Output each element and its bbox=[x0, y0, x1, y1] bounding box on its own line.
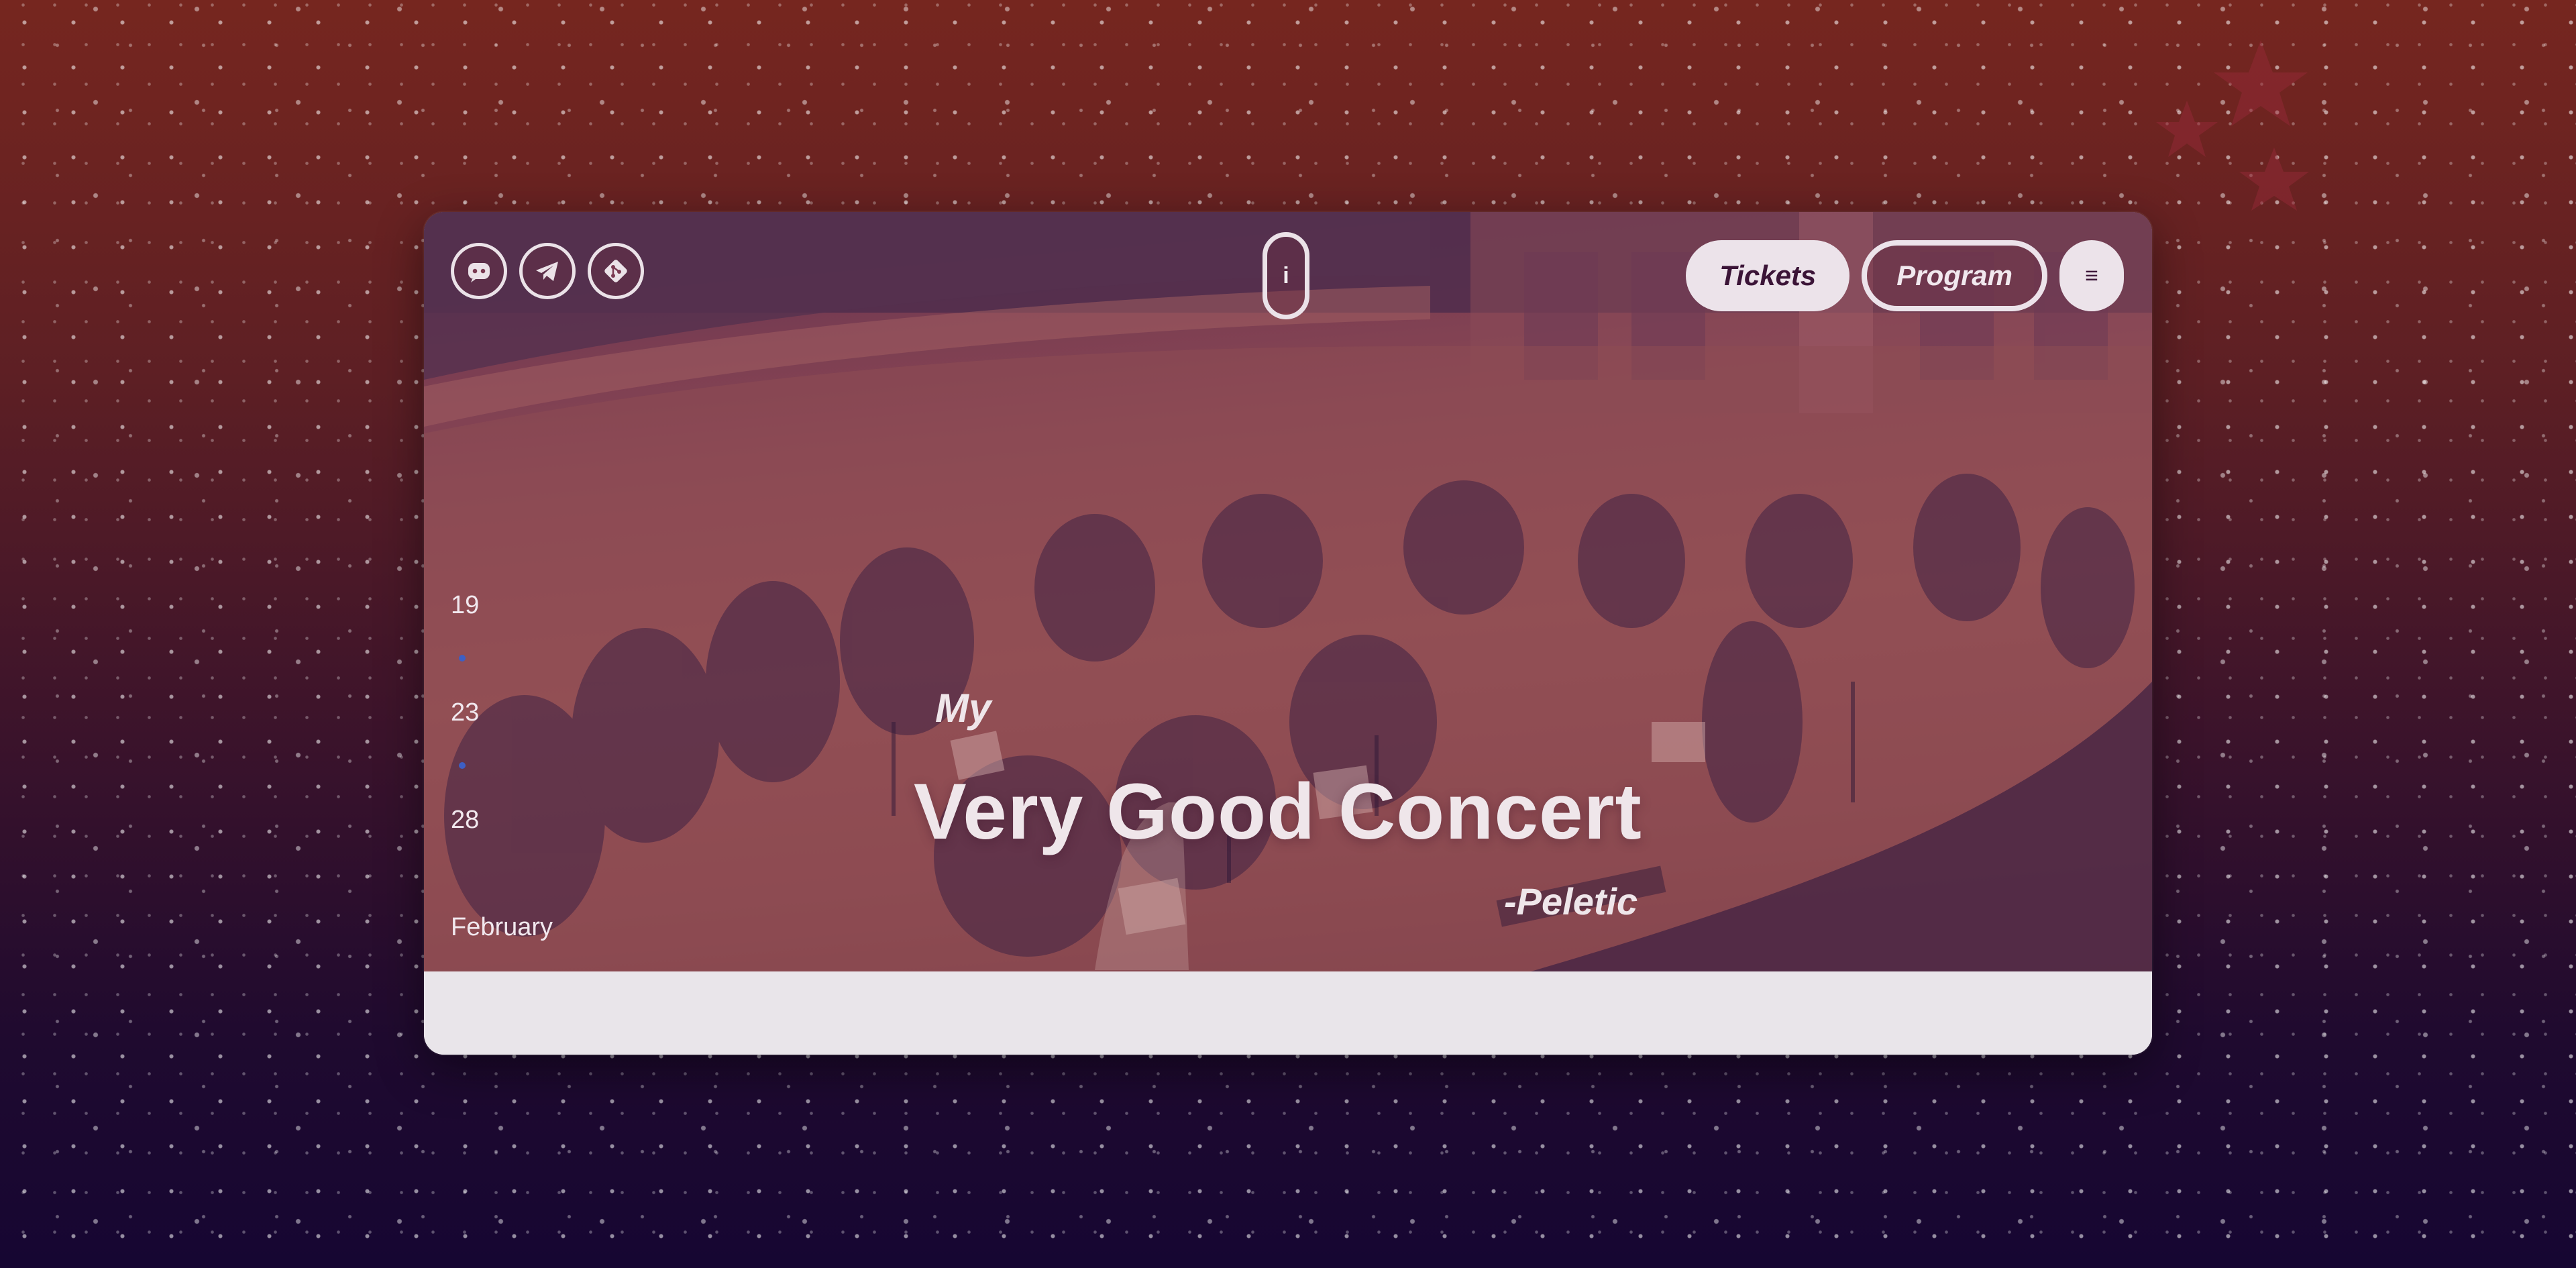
headline-overline: My bbox=[935, 686, 991, 731]
concert-title: Very Good Concert bbox=[914, 768, 1642, 856]
concert-author: -Peletic bbox=[1504, 880, 1638, 922]
hero-section: i Tickets Program ≡ 19 23 28 February My… bbox=[424, 212, 2152, 971]
card-footer bbox=[424, 971, 2152, 1055]
concert-headline: My Very Good Concert -Peletic bbox=[424, 212, 2152, 971]
concert-card: i Tickets Program ≡ 19 23 28 February My… bbox=[424, 212, 2152, 1055]
decorative-stars bbox=[2156, 40, 2309, 211]
